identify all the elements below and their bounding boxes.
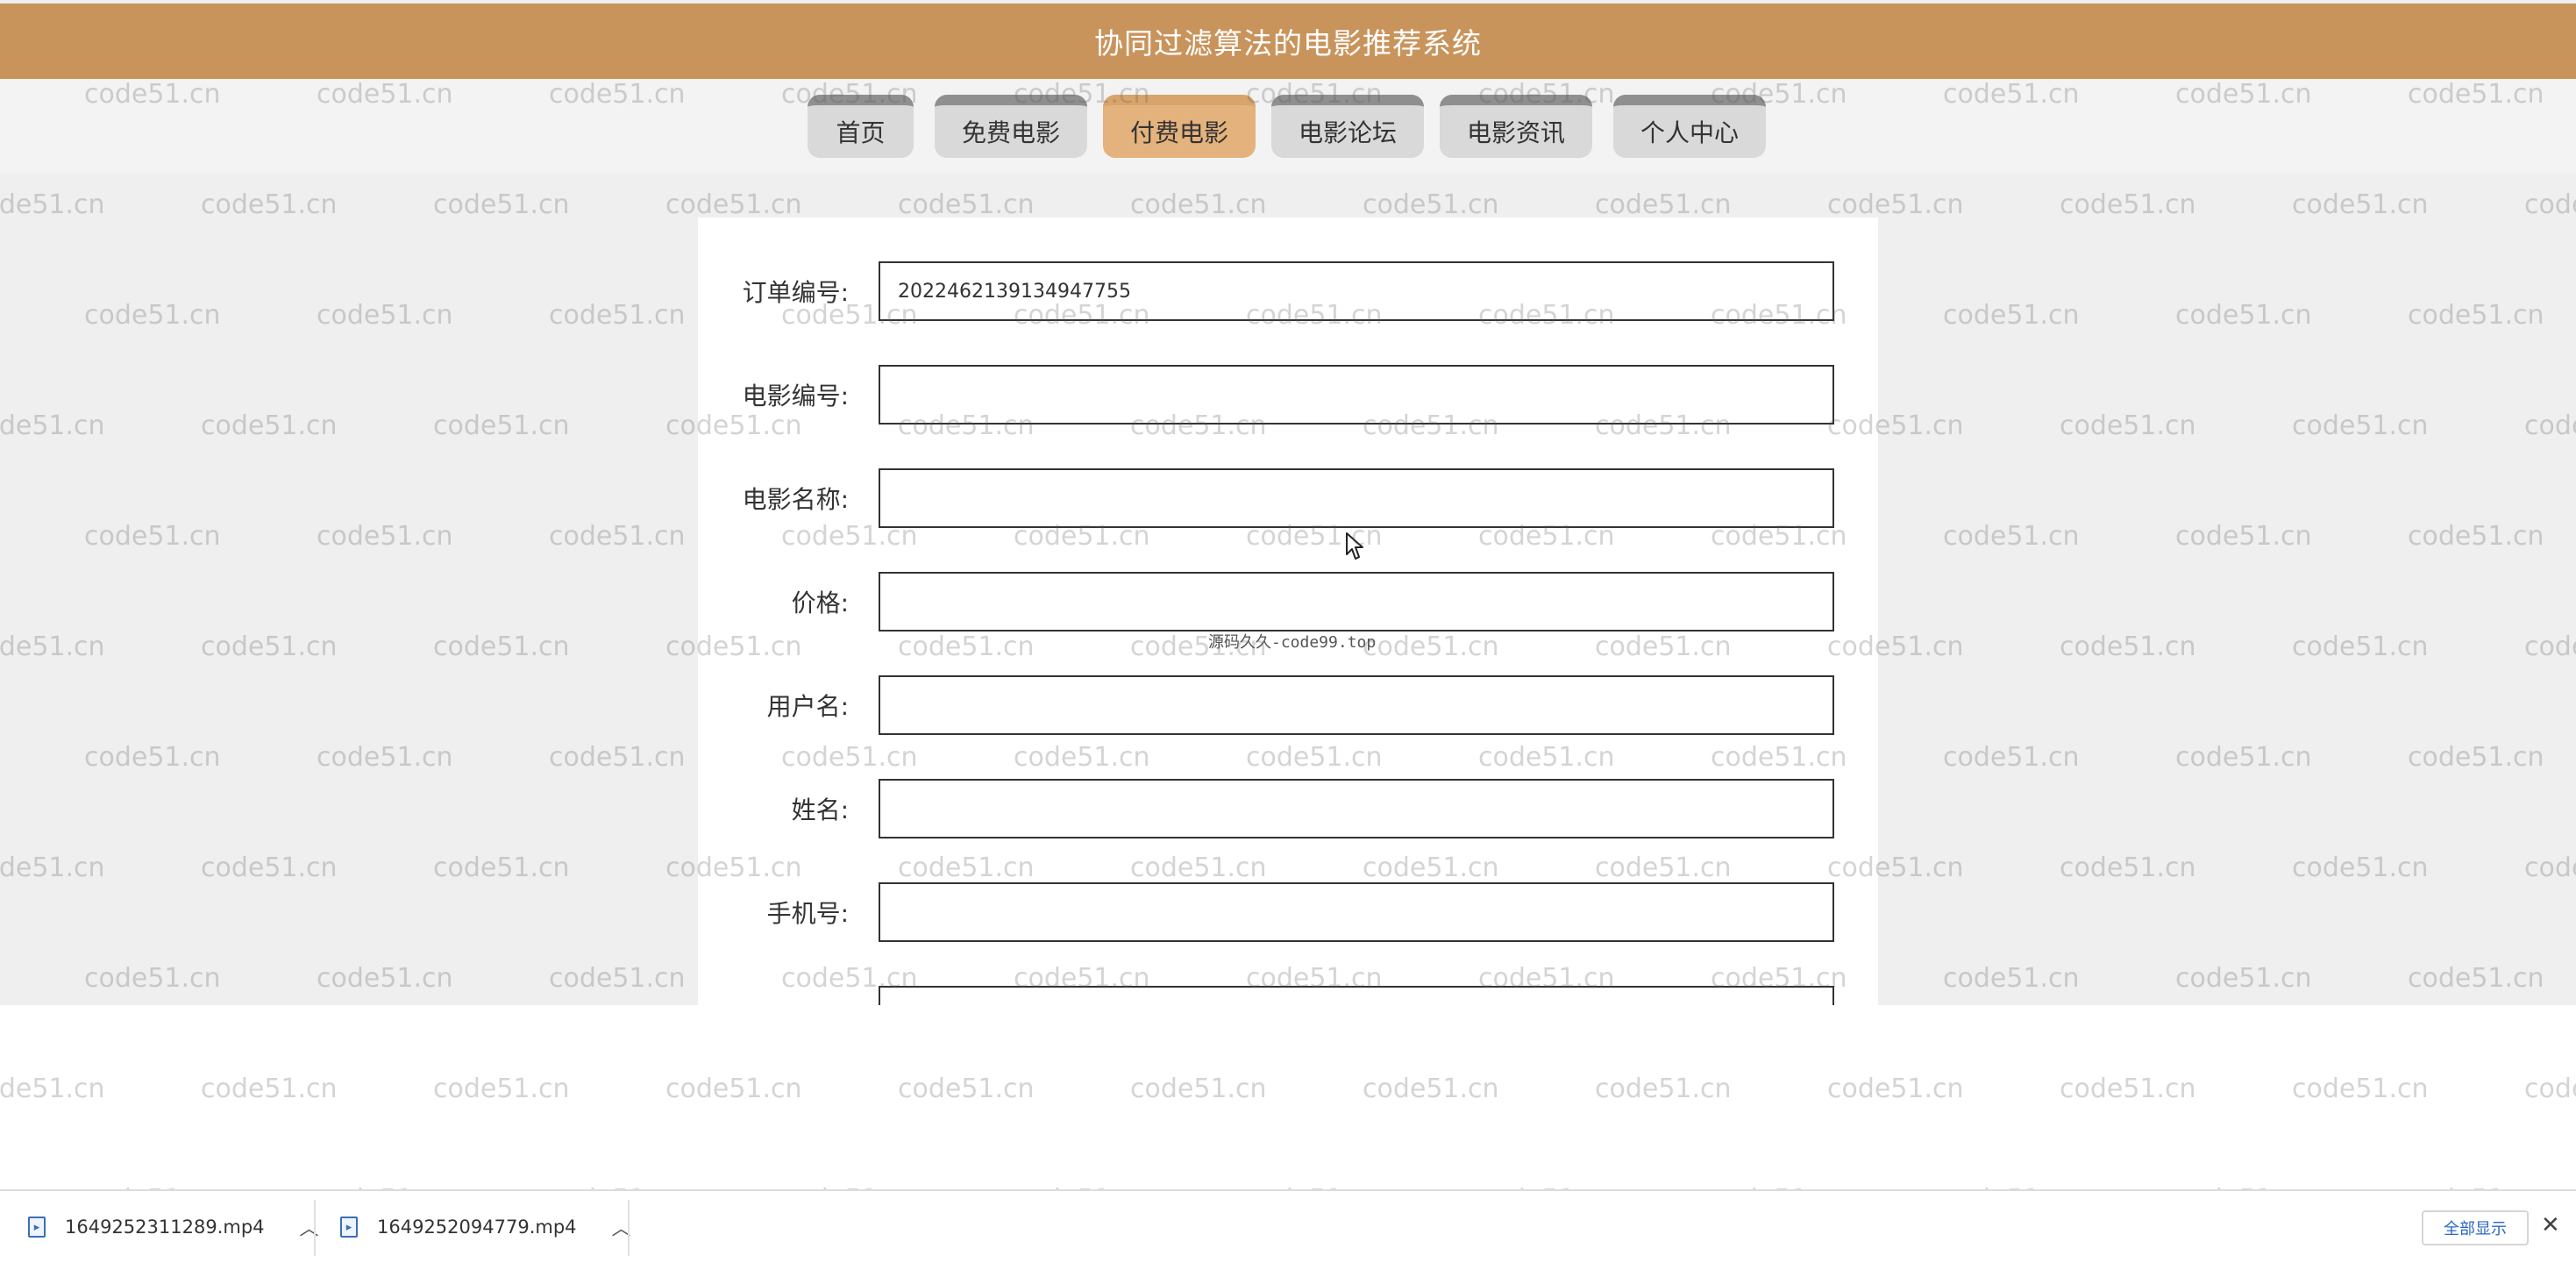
watermark-text: code51.cn <box>201 1074 338 1104</box>
close-icon[interactable]: ✕ <box>2541 1212 2560 1238</box>
overlay-watermark-text: 源码久久-code99.top <box>1208 633 1377 652</box>
watermark-text: code51.cn <box>0 1074 105 1104</box>
form-row-order-no: 订单编号: <box>698 261 1878 321</box>
nav-tab-free-movies[interactable]: 免费电影 <box>935 95 1087 158</box>
app-viewport: 协同过滤算法的电影推荐系统 首页 免费电影 付费电影 电影论坛 电影资讯 个人中… <box>0 0 2576 1005</box>
nav-tab-home[interactable]: 首页 <box>808 95 914 158</box>
watermark-text: code51.cn <box>665 1074 802 1104</box>
form-row-full-name: 姓名: <box>698 779 1878 838</box>
username-input[interactable] <box>879 675 1834 735</box>
nav-tab-movie-forum[interactable]: 电影论坛 <box>1271 95 1424 158</box>
form-row-price: 价格: <box>698 572 1878 632</box>
phone-input[interactable] <box>879 882 1834 942</box>
download-separator <box>314 1200 316 1256</box>
video-file-icon: ▸ <box>28 1217 46 1238</box>
mouse-cursor-icon <box>1346 532 1363 560</box>
order-no-label: 订单编号: <box>742 278 849 307</box>
watermark-text: code51.cn <box>1827 1074 1964 1104</box>
watermark-text: code51.cn <box>898 1074 1035 1104</box>
download-item-1[interactable]: ▸ 1649252311289.mp4 ︿ <box>28 1191 319 1263</box>
movie-id-label: 电影编号: <box>742 382 849 410</box>
form-row-next-partial <box>698 986 1878 1005</box>
order-form-panel: 订单编号: 电影编号: 电影名称: 价格: 用户名: 姓名: 手机号: <box>698 218 1878 1005</box>
price-input[interactable] <box>879 572 1834 632</box>
download-item-2[interactable]: ▸ 1649252094779.mp4 ︿ <box>340 1191 631 1263</box>
order-no-input[interactable] <box>879 261 1834 321</box>
nav-tab-movie-news[interactable]: 电影资讯 <box>1440 95 1592 158</box>
watermark-text: code51.cn <box>2060 1074 2196 1104</box>
next-field-input[interactable] <box>879 986 1834 1005</box>
nav-tab-personal-center[interactable]: 个人中心 <box>1613 95 1766 158</box>
price-label: 价格: <box>791 589 849 617</box>
download-separator <box>628 1200 630 1256</box>
full-name-label: 姓名: <box>791 796 849 824</box>
show-all-downloads-button[interactable]: 全部显示 <box>2422 1210 2529 1245</box>
full-name-input[interactable] <box>879 779 1834 838</box>
watermark-text: code51.cn <box>433 1074 570 1104</box>
movie-id-input[interactable] <box>879 365 1834 425</box>
nav-tab-paid-movies[interactable]: 付费电影 <box>1103 95 1256 158</box>
username-label: 用户名: <box>766 692 849 721</box>
watermark-text: code51.cn <box>1595 1074 1732 1104</box>
form-row-phone: 手机号: <box>698 882 1878 942</box>
watermark-text: code51.cn <box>1363 1074 1499 1104</box>
form-row-username: 用户名: <box>698 675 1878 735</box>
download-item-1-name: 1649252311289.mp4 <box>65 1217 265 1238</box>
movie-name-input[interactable] <box>879 468 1834 528</box>
phone-label: 手机号: <box>766 899 849 928</box>
watermark-text: code51.cn <box>1130 1074 1267 1104</box>
header-bar: 协同过滤算法的电影推荐系统 <box>0 4 2576 79</box>
form-row-movie-name: 电影名称: <box>698 468 1878 528</box>
site-title: 协同过滤算法的电影推荐系统 <box>1094 26 1482 61</box>
download-item-2-name: 1649252094779.mp4 <box>377 1217 577 1238</box>
downloads-bar: ▸ 1649252311289.mp4 ︿ ▸ 1649252094779.mp… <box>0 1189 2576 1263</box>
watermark-text: code51.cn <box>2524 1074 2576 1104</box>
video-file-icon: ▸ <box>340 1217 358 1238</box>
movie-name-label: 电影名称: <box>742 485 849 514</box>
watermark-text: code51.cn <box>2292 1074 2429 1104</box>
chevron-up-icon[interactable]: ︿ <box>300 1213 319 1241</box>
form-row-movie-id: 电影编号: <box>698 365 1878 425</box>
